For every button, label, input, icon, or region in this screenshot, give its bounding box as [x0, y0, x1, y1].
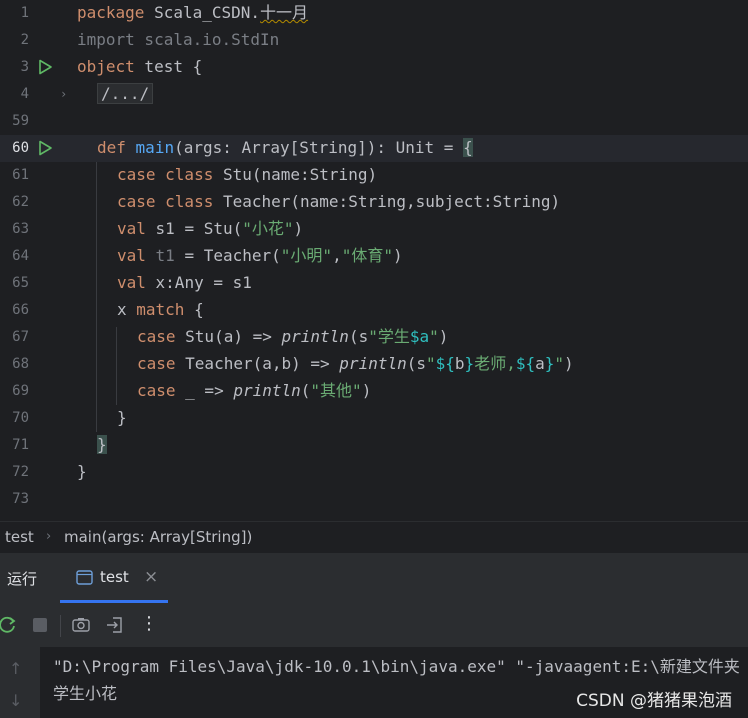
code-line: 67 case Stu(a) => println(s"学生$a") — [0, 324, 748, 351]
console-tab-icon — [76, 570, 93, 585]
code-text: val s1 = Stu("小花") — [117, 219, 304, 238]
code-line: 2 import scala.io.StdIn — [0, 27, 748, 54]
code-line: 64 val t1 = Teacher("小明","体育") — [0, 243, 748, 270]
code-line: 62 case class Teacher(name:String,subjec… — [0, 189, 748, 216]
line-number: 71 — [12, 437, 29, 453]
code-text: package Scala_CSDN.十一月 — [77, 3, 309, 22]
console-line-command: "D:\Program Files\Java\jdk-10.0.1\bin\ja… — [53, 657, 740, 676]
fold-chevron-icon[interactable]: › — [60, 87, 72, 101]
code-text: object test { — [77, 57, 203, 76]
run-gutter-icon[interactable] — [37, 140, 53, 156]
breadcrumb: test › main(args: Array[String]) — [0, 521, 748, 554]
code-text: x match { — [117, 300, 204, 319]
console-gutter: ↑ ↓ — [0, 647, 40, 718]
code-text: case _ => println("其他") — [137, 381, 372, 400]
scroll-down-icon[interactable]: ↓ — [9, 691, 22, 710]
code-text: case Teacher(a,b) => println(s"${b}老师,${… — [137, 354, 574, 373]
code-line: 61 case class Stu(name:String) — [0, 162, 748, 189]
line-number: 63 — [12, 221, 29, 237]
tab-label: test — [100, 568, 129, 586]
tab-test[interactable]: test × — [60, 553, 168, 603]
line-number: 60 — [12, 140, 29, 156]
code-text: } — [117, 408, 127, 427]
code-line: 70 } — [0, 405, 748, 432]
line-number: 66 — [12, 302, 29, 318]
line-number: 61 — [12, 167, 29, 183]
line-number: 65 — [12, 275, 29, 291]
line-number: 59 — [12, 113, 29, 129]
code-text: case class Stu(name:String) — [117, 165, 378, 184]
code-text: val x:Any = s1 — [117, 273, 252, 292]
code-line: 73 — [0, 486, 748, 513]
toolbar-divider — [60, 615, 61, 637]
line-number: 4 — [20, 86, 29, 102]
code-line: 59 — [0, 108, 748, 135]
rerun-icon[interactable] — [0, 615, 18, 635]
code-text: val t1 = Teacher("小明","体育") — [117, 246, 403, 265]
code-text: } — [77, 462, 87, 481]
more-icon[interactable]: ⋮ — [140, 613, 158, 634]
code-line: 71 } — [0, 432, 748, 459]
code-line: 72 } — [0, 459, 748, 486]
code-editor[interactable]: 1 package Scala_CSDN.十一月 2 import scala.… — [0, 0, 748, 521]
stop-icon[interactable] — [30, 615, 50, 635]
line-number: 69 — [12, 383, 29, 399]
breadcrumb-item-main[interactable]: main(args: Array[String]) — [64, 528, 252, 546]
code-line: 1 package Scala_CSDN.十一月 — [0, 0, 748, 27]
code-line: 63 val s1 = Stu("小花") — [0, 216, 748, 243]
code-line: 68 case Teacher(a,b) => println(s"${b}老师… — [0, 351, 748, 378]
watermark: CSDN @猪猪果泡酒 — [576, 691, 732, 711]
console-line-output: 学生小花 — [53, 684, 118, 703]
exit-icon[interactable] — [105, 615, 125, 635]
code-text: } — [97, 435, 107, 454]
code-text: def main(args: Array[String]): Unit = { — [97, 138, 473, 157]
line-number: 1 — [20, 5, 29, 21]
line-number: 73 — [12, 491, 29, 507]
code-text: case Stu(a) => println(s"学生$a") — [137, 327, 449, 346]
code-text: case class Teacher(name:String,subject:S… — [117, 192, 561, 211]
code-text: /.../ — [97, 83, 154, 104]
line-number: 64 — [12, 248, 29, 264]
code-line: 3 object test { — [0, 54, 748, 81]
line-number: 72 — [12, 464, 29, 480]
code-text: import scala.io.StdIn — [77, 30, 280, 49]
camera-icon[interactable] — [71, 615, 91, 635]
breadcrumb-separator: › — [46, 529, 52, 544]
code-line: 69 case _ => println("其他") — [0, 378, 748, 405]
code-line: 65 val x:Any = s1 — [0, 270, 748, 297]
console-output[interactable]: ↑ ↓ "D:\Program Files\Java\jdk-10.0.1\bi… — [0, 647, 748, 718]
scroll-up-icon[interactable]: ↑ — [9, 659, 22, 678]
line-number: 3 — [20, 59, 29, 75]
line-number: 62 — [12, 194, 29, 210]
run-toolbar: ⋮ — [0, 603, 748, 647]
line-number: 2 — [20, 32, 29, 48]
code-line: 66 x match { — [0, 297, 748, 324]
folded-region[interactable]: /.../ — [97, 83, 154, 104]
line-number: 68 — [12, 356, 29, 372]
close-icon[interactable]: × — [144, 567, 158, 587]
code-line-current: 60 def main(args: Array[String]): Unit =… — [0, 135, 748, 162]
line-number: 67 — [12, 329, 29, 345]
line-number: 70 — [12, 410, 29, 426]
run-gutter-icon[interactable] — [37, 59, 53, 75]
run-panel-title: 运行 — [7, 570, 38, 588]
run-panel-header: 运行 test × — [0, 553, 748, 604]
code-line: 4 › /.../ — [0, 81, 748, 108]
breadcrumb-item-test[interactable]: test — [5, 528, 34, 546]
